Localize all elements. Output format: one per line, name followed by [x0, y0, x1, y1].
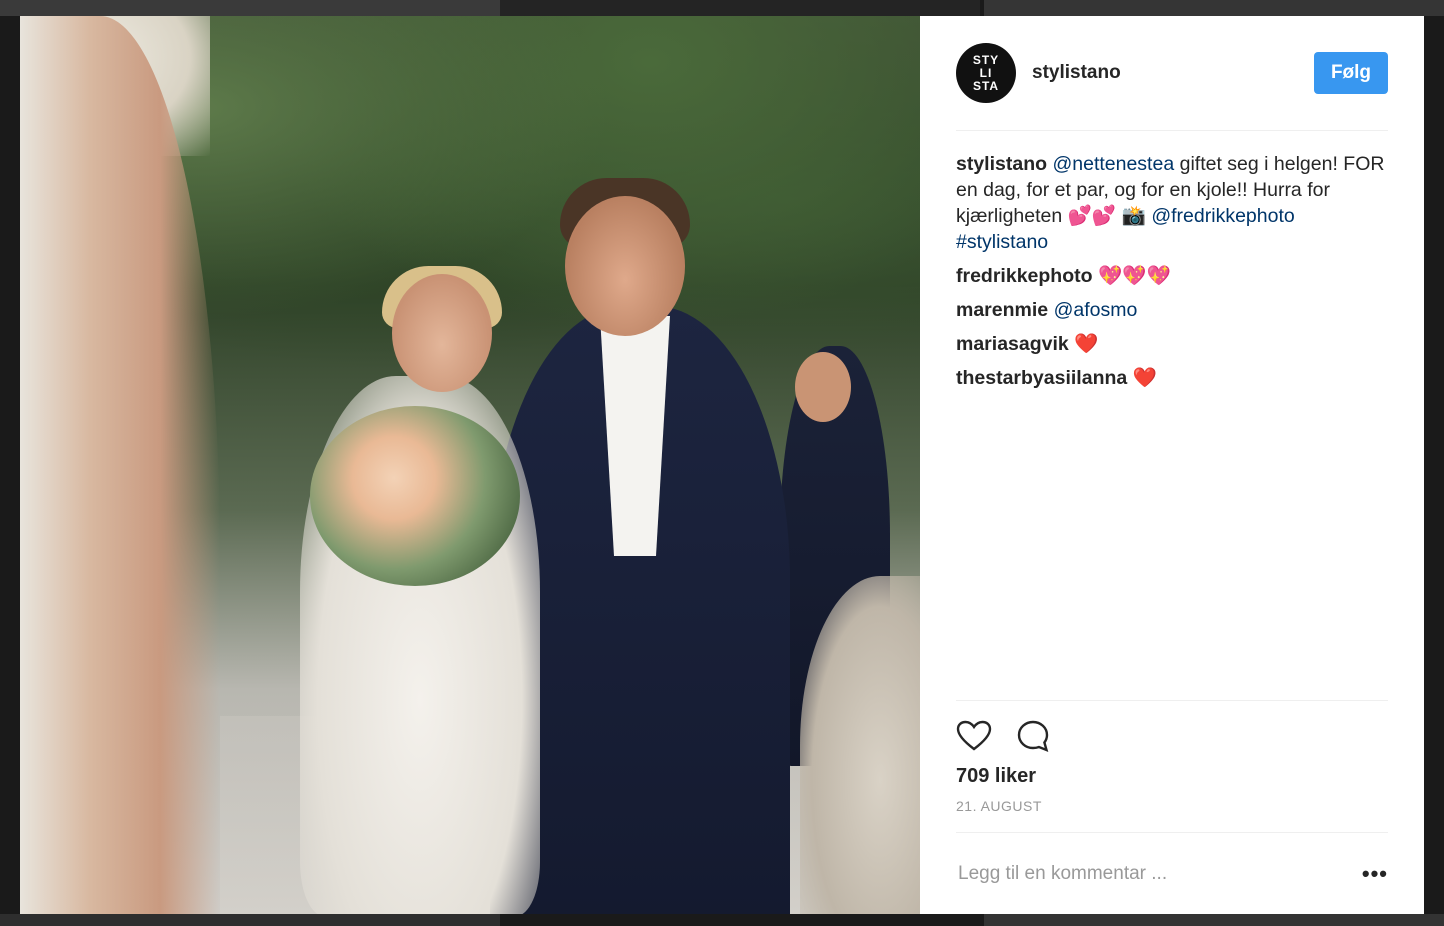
background-tile — [0, 0, 500, 16]
caption-hashtag[interactable]: #stylistano — [956, 231, 1048, 253]
avatar[interactable]: STY LI STA — [956, 43, 1016, 103]
avatar-line: STY — [972, 52, 1000, 67]
add-comment-bar: ••• — [956, 832, 1388, 915]
heart-icon[interactable] — [956, 720, 992, 757]
username-link[interactable]: stylistano — [1032, 62, 1314, 84]
post-actions: 709 liker 21. AUGUST — [956, 700, 1388, 814]
comment-input[interactable] — [956, 862, 1362, 886]
photo-bride-head — [392, 274, 492, 392]
avatar-line: STA — [972, 78, 1000, 93]
post-photo[interactable] — [20, 16, 920, 914]
photo-bouquet — [310, 406, 520, 586]
post-modal: STY LI STA stylistano Følg stylistano @n… — [20, 16, 1424, 914]
avatar-line: LI — [979, 65, 993, 80]
comment-icon[interactable] — [1016, 719, 1050, 758]
comment-username[interactable]: fredrikkephoto — [956, 265, 1093, 287]
post-header: STY LI STA stylistano Følg — [956, 16, 1388, 131]
comments-list: stylistano @nettenestea giftet seg i hel… — [956, 131, 1388, 391]
post-date: 21. AUGUST — [956, 798, 1042, 814]
background-tile — [984, 0, 1444, 16]
caption: stylistano @nettenestea giftet seg i hel… — [956, 151, 1388, 255]
background-tile — [984, 914, 1444, 926]
comment-item: thestarbyasiilanna ❤️ — [956, 365, 1388, 391]
photo-groomsman-head — [795, 352, 851, 422]
background-tile — [500, 0, 980, 16]
comment-username[interactable]: thestarbyasiilanna — [956, 367, 1127, 389]
comment-item: marenmie @afosmo — [956, 297, 1388, 323]
follow-button[interactable]: Følg — [1314, 52, 1388, 94]
caption-mention-2[interactable]: @fredrikkephoto — [1151, 205, 1294, 227]
comment-mention[interactable]: @afosmo — [1054, 299, 1138, 321]
photo-groom-head — [565, 196, 685, 336]
comment-item: fredrikkephoto 💖💖💖 — [956, 263, 1388, 289]
action-icons — [956, 701, 1388, 759]
comment-username[interactable]: marenmie — [956, 299, 1048, 321]
caption-username[interactable]: stylistano — [956, 153, 1047, 175]
comment-text: ❤️ — [1074, 333, 1099, 355]
comment-username[interactable]: mariasagvik — [956, 333, 1069, 355]
comment-text: ❤️ — [1132, 367, 1157, 389]
likes-count[interactable]: 709 liker — [956, 765, 1388, 788]
comment-item: mariasagvik ❤️ — [956, 331, 1388, 357]
comment-text: 💖💖💖 — [1097, 265, 1171, 287]
post-sidebar: STY LI STA stylistano Følg stylistano @n… — [920, 16, 1424, 914]
background-tile — [0, 914, 500, 926]
more-options-icon[interactable]: ••• — [1362, 861, 1388, 887]
caption-mention[interactable]: @nettenestea — [1052, 153, 1174, 175]
caption-emoji: 💕💕 📸 — [1067, 205, 1146, 227]
